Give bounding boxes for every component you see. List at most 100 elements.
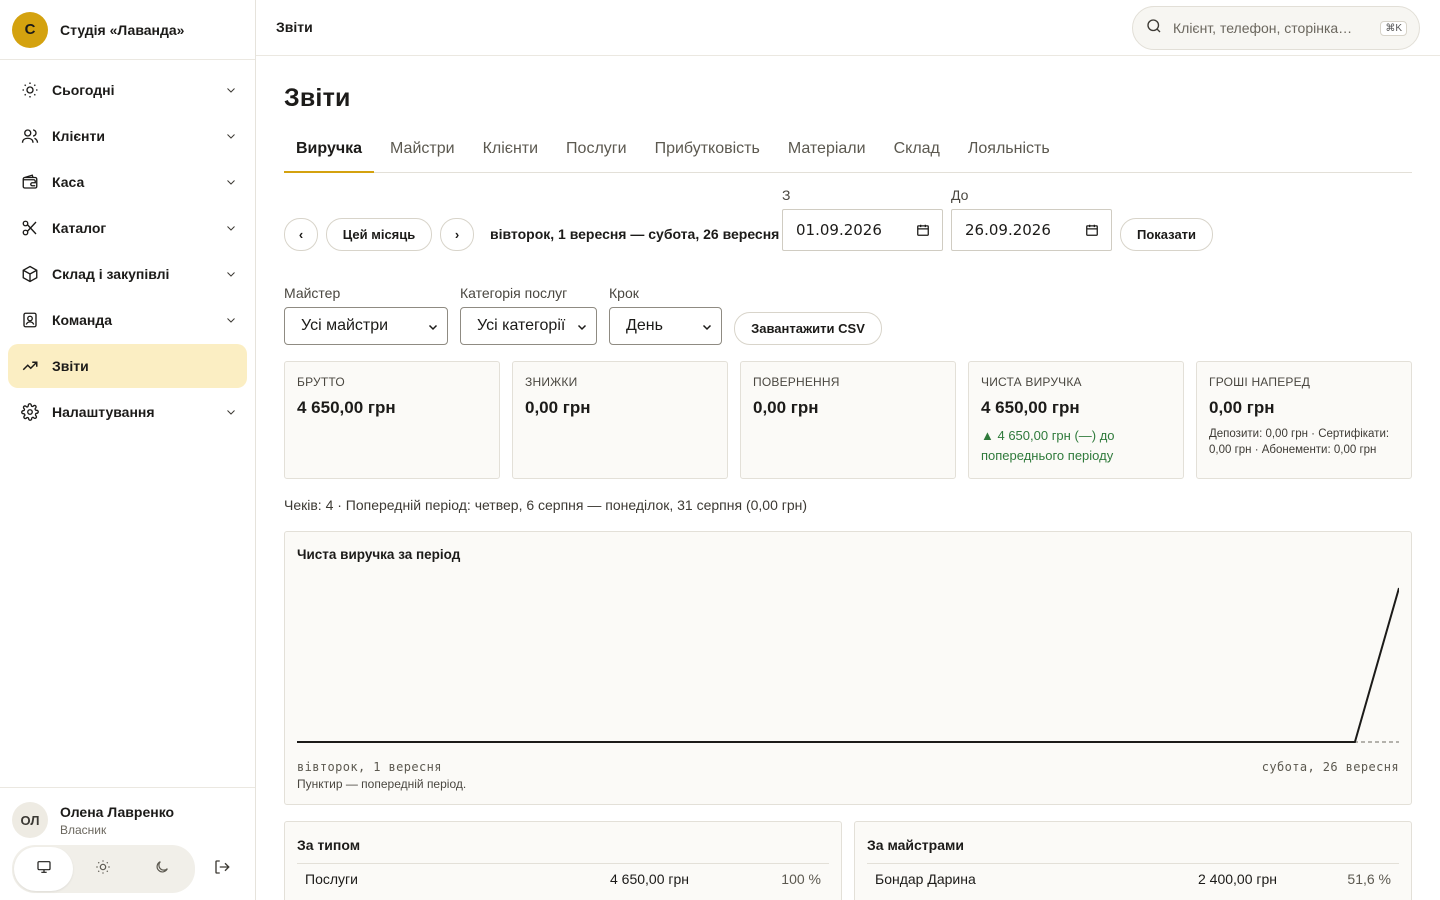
kpi-value: 0,00 грн bbox=[753, 398, 819, 417]
period-range-text: вівторок, 1 вересня — субота, 26 вересня bbox=[490, 226, 780, 242]
gear-icon bbox=[20, 402, 40, 422]
theme-dark-button[interactable] bbox=[132, 847, 191, 891]
date-from-input[interactable]: 01.09.2026 bbox=[782, 209, 943, 251]
by-type-title: За типом bbox=[297, 837, 361, 853]
series-current-line bbox=[297, 587, 1399, 743]
sidebar-item-cashbox[interactable]: Каса bbox=[8, 160, 247, 204]
kpi-value: 0,00 грн bbox=[525, 398, 591, 417]
chevron-down-icon bbox=[223, 312, 239, 328]
step-filter-label: Крок bbox=[609, 285, 639, 301]
search-placeholder: Клієнт, телефон, сторінка… bbox=[1173, 20, 1353, 36]
step-select[interactable]: День bbox=[609, 307, 722, 345]
tab-stock[interactable]: Склад bbox=[882, 134, 952, 173]
tab-clients[interactable]: Клієнти bbox=[471, 134, 550, 173]
tab-revenue[interactable]: Виручка bbox=[284, 134, 375, 173]
chevron-down-icon bbox=[223, 82, 239, 98]
wallet-icon bbox=[20, 172, 40, 192]
master-select-value: Усі майстри bbox=[301, 317, 389, 334]
net-revenue-chart: Чиста виручка за період вівторок, 1 вере… bbox=[284, 531, 1412, 805]
tab-profitability[interactable]: Прибутковість bbox=[643, 134, 772, 173]
kpi-prepaid: ГРОШІ НАПЕРЕД 0,00 грн Депозити: 0,00 гр… bbox=[1196, 361, 1412, 479]
sidebar-item-team[interactable]: Команда bbox=[8, 298, 247, 342]
date-from-value: 01.09.2026 bbox=[796, 221, 882, 239]
row-amount: 2 400,00 грн bbox=[1197, 871, 1277, 887]
trend-icon bbox=[20, 356, 40, 376]
user-meta: Олена Лавренко Власник bbox=[60, 804, 174, 837]
sidebar-item-label: Звіти bbox=[52, 358, 89, 374]
report-tabs: Виручка Майстри Клієнти Послуги Прибутко… bbox=[284, 134, 1412, 173]
chevron-down-icon bbox=[223, 404, 239, 420]
sidebar-item-today[interactable]: Сьогодні bbox=[8, 68, 247, 112]
next-period-button[interactable]: › bbox=[440, 218, 474, 251]
current-month-button[interactable]: Цей місяць bbox=[326, 218, 432, 251]
by-master-card: За майстрами Бондар Дарина 2 400,00 грн … bbox=[854, 821, 1412, 900]
prev-period-button[interactable]: ‹ bbox=[284, 218, 318, 251]
sidebar-item-catalog[interactable]: Каталог bbox=[8, 206, 247, 250]
brand-name: Студія «Лаванда» bbox=[60, 21, 185, 38]
tab-services[interactable]: Послуги bbox=[554, 134, 639, 173]
chart-note: Пунктир — попередній період. bbox=[297, 777, 467, 791]
user-block: ОЛ Олена Лавренко Власник bbox=[0, 787, 255, 900]
search-input[interactable]: Клієнт, телефон, сторінка… ⌘K bbox=[1132, 6, 1420, 50]
table-row[interactable]: Бондар Дарина 2 400,00 грн 51,6 % bbox=[867, 863, 1399, 893]
sidebar-item-reports[interactable]: Звіти bbox=[8, 344, 247, 388]
show-button[interactable]: Показати bbox=[1120, 218, 1213, 251]
sidebar-item-warehouse[interactable]: Склад і закупівлі bbox=[8, 252, 247, 296]
theme-light-button[interactable] bbox=[73, 847, 132, 891]
brand-logo: С bbox=[12, 11, 48, 48]
calendar-icon bbox=[1085, 223, 1099, 241]
badge-icon bbox=[20, 310, 40, 330]
box-icon bbox=[20, 264, 40, 284]
theme-row bbox=[12, 845, 230, 893]
sidebar: С Студія «Лаванда» Сьогодні Клієнти Каса… bbox=[0, 0, 256, 900]
kpi-value: 4 650,00 грн bbox=[981, 398, 1080, 417]
date-from-label: З bbox=[782, 187, 791, 203]
user-profile[interactable]: ОЛ Олена Лавренко Власник bbox=[0, 788, 255, 838]
by-master-title: За майстрами bbox=[867, 837, 964, 853]
tab-masters[interactable]: Майстри bbox=[378, 134, 467, 173]
kpi-label: ПОВЕРНЕННЯ bbox=[753, 375, 840, 389]
scissors-icon bbox=[20, 218, 40, 238]
kpi-discounts: ЗНИЖКИ 0,00 грн bbox=[512, 361, 728, 479]
chevron-down-icon bbox=[223, 266, 239, 282]
master-filter-label: Майстер bbox=[284, 285, 341, 301]
table-row[interactable]: Послуги 4 650,00 грн 100 % bbox=[297, 863, 829, 893]
kpi-label: ГРОШІ НАПЕРЕД bbox=[1209, 375, 1311, 389]
brand[interactable]: С Студія «Лаванда» bbox=[0, 0, 255, 60]
topbar: Звіти Клієнт, телефон, сторінка… ⌘K bbox=[256, 0, 1440, 56]
date-to-input[interactable]: 26.09.2026 bbox=[951, 209, 1112, 251]
sidebar-nav: Сьогодні Клієнти Каса Каталог Склад і за… bbox=[0, 60, 255, 434]
row-name: Послуги bbox=[305, 871, 358, 887]
row-amount: 4 650,00 грн bbox=[609, 871, 689, 887]
main-content: Звіти Виручка Майстри Клієнти Послуги Пр… bbox=[284, 56, 1412, 900]
breadcrumb: Звіти bbox=[276, 19, 313, 35]
summary-text: Чеків: 4 · Попередній період: четвер, 6 … bbox=[284, 497, 808, 513]
download-csv-button[interactable]: Завантажити CSV bbox=[734, 312, 882, 345]
kpi-net-revenue: ЧИСТА ВИРУЧКА 4 650,00 грн ▲ 4 650,00 гр… bbox=[968, 361, 1184, 479]
row-share: 100 % bbox=[781, 871, 821, 887]
x-axis-end-label: субота, 26 вересня bbox=[1261, 760, 1399, 774]
kpi-label: БРУТТО bbox=[297, 375, 345, 389]
tab-materials[interactable]: Матеріали bbox=[776, 134, 878, 173]
logout-button[interactable] bbox=[210, 857, 234, 881]
tab-loyalty[interactable]: Лояльність bbox=[956, 134, 1062, 173]
chevron-down-icon bbox=[223, 128, 239, 144]
sidebar-item-label: Налаштування bbox=[52, 404, 155, 420]
kpi-refunds: ПОВЕРНЕННЯ 0,00 грн bbox=[740, 361, 956, 479]
sidebar-item-label: Каталог bbox=[52, 220, 107, 236]
moon-icon bbox=[154, 859, 170, 880]
category-select[interactable]: Усі категорії bbox=[460, 307, 597, 345]
sidebar-item-settings[interactable]: Налаштування bbox=[8, 390, 247, 434]
sidebar-item-label: Клієнти bbox=[52, 128, 105, 144]
master-select[interactable]: Усі майстри bbox=[284, 307, 448, 345]
calendar-icon bbox=[916, 223, 930, 241]
chevron-down-icon bbox=[427, 320, 439, 338]
sidebar-item-clients[interactable]: Клієнти bbox=[8, 114, 247, 158]
avatar: ОЛ bbox=[12, 802, 48, 838]
row-name: Бондар Дарина bbox=[875, 871, 976, 887]
category-filter-label: Категорія послуг bbox=[460, 285, 568, 301]
category-select-value: Усі категорії bbox=[477, 317, 566, 334]
theme-system-button[interactable] bbox=[14, 847, 73, 891]
logout-icon bbox=[213, 858, 231, 881]
kpi-gross: БРУТТО 4 650,00 грн bbox=[284, 361, 500, 479]
